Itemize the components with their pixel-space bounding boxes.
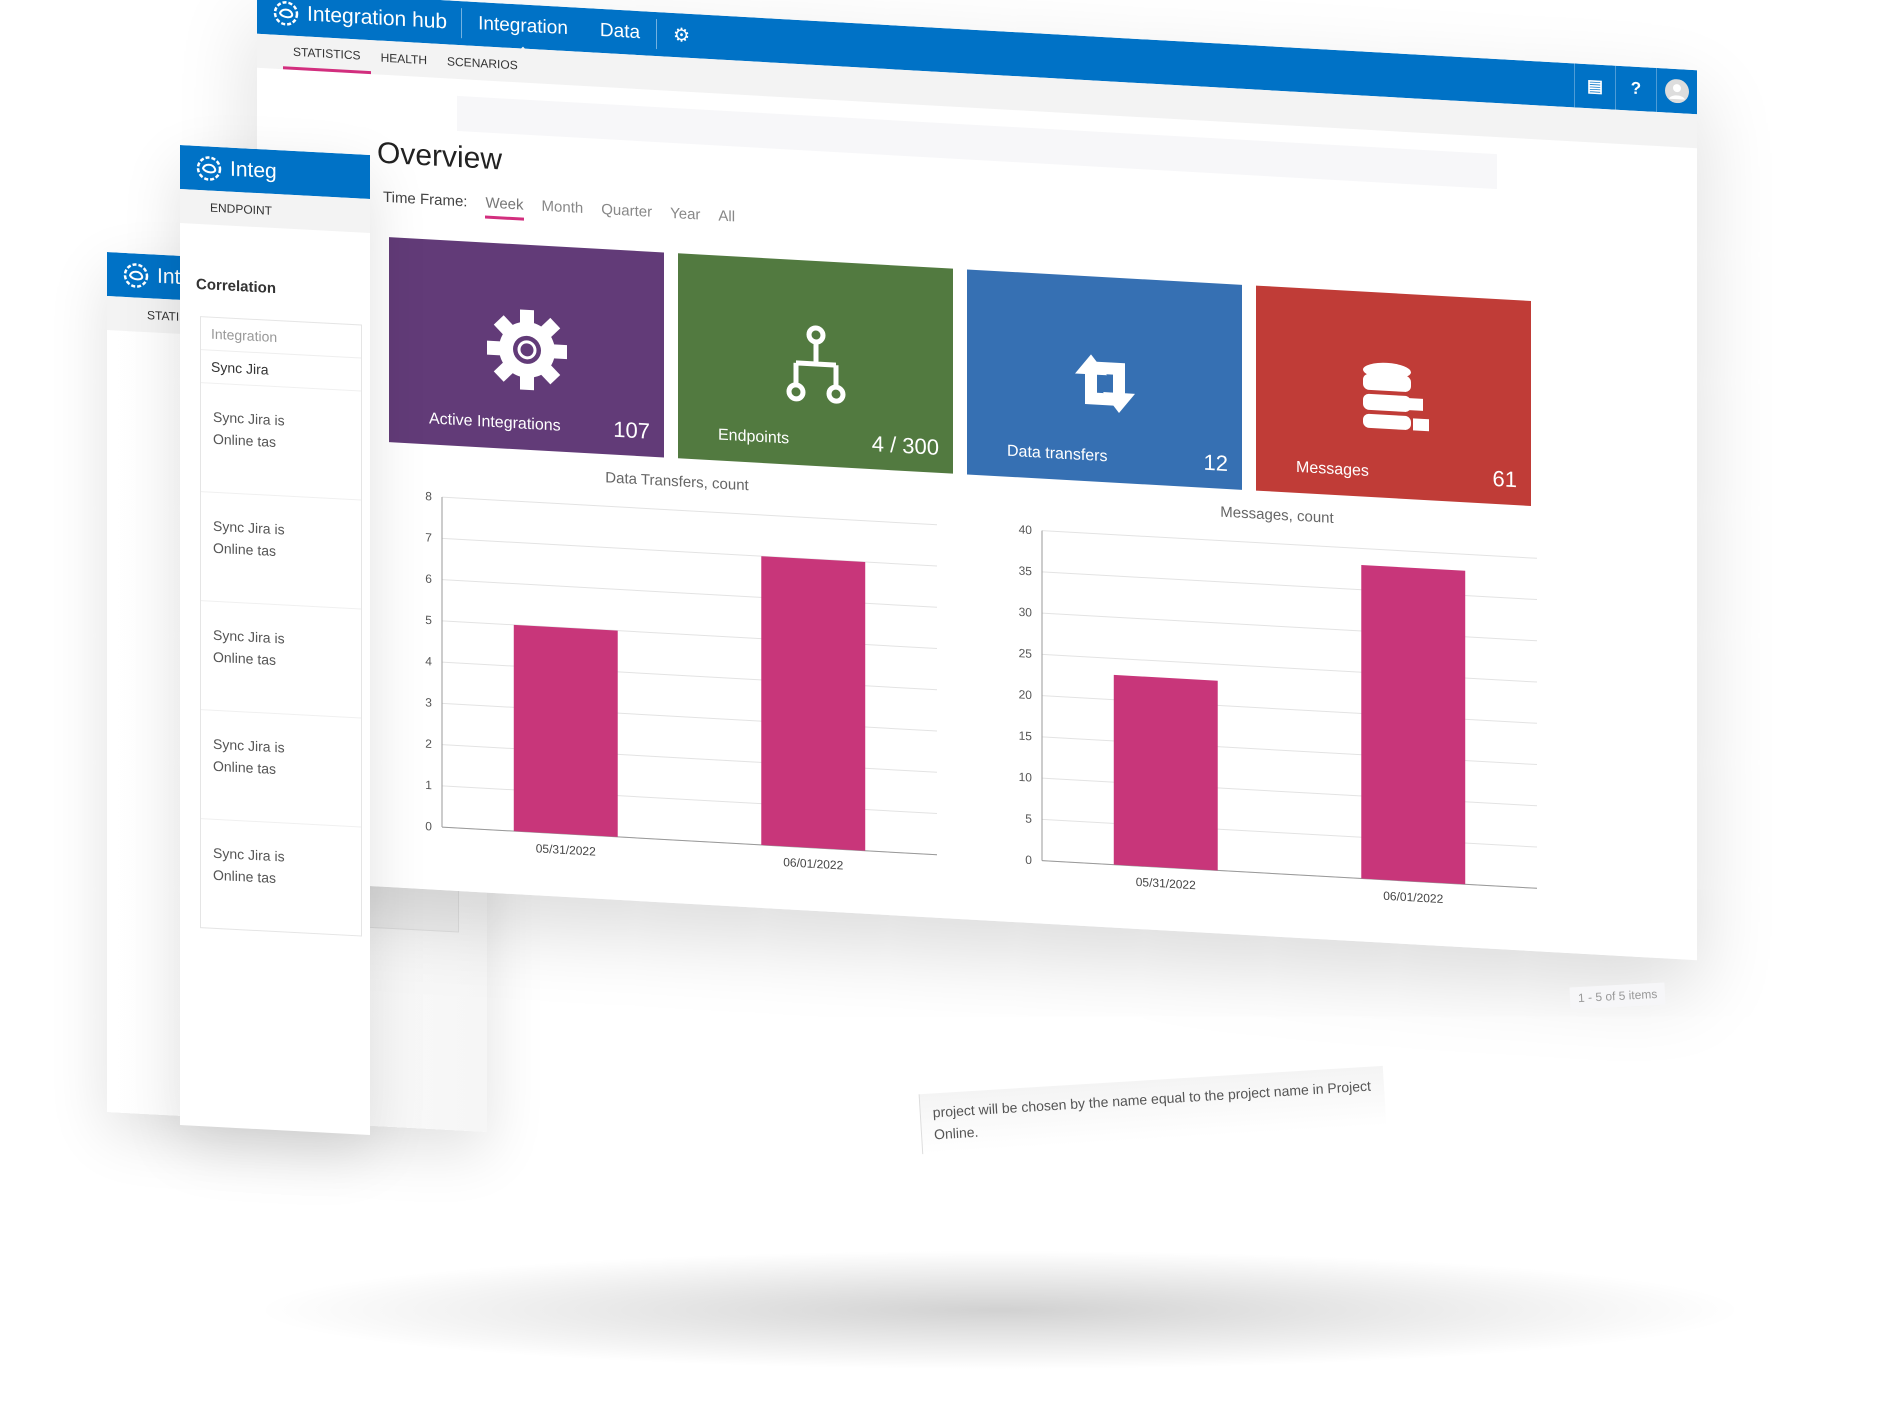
sync-arrows-icon bbox=[1074, 354, 1135, 413]
timeframe-selector: Time Frame: Week Month Quarter Year All bbox=[383, 189, 735, 233]
tile-endpoints[interactable]: Endpoints 4 / 300 bbox=[678, 253, 953, 474]
timeframe-all[interactable]: All bbox=[718, 208, 735, 233]
list-item[interactable]: Sync Jira is Online tas bbox=[201, 491, 361, 609]
user-avatar[interactable] bbox=[1656, 67, 1697, 115]
y-tick-label: 35 bbox=[1019, 564, 1033, 579]
chart-canvas: 0 1 2 3 4 5 6 7 8 05/31/2022 06/01/2022 bbox=[425, 489, 937, 873]
y-tick-label: 4 bbox=[425, 654, 432, 668]
tile-value: 107 bbox=[613, 416, 650, 444]
tile-active-integrations[interactable]: Active Integrations 107 bbox=[389, 237, 664, 458]
y-tick-label: 5 bbox=[1025, 811, 1032, 825]
description-text: project will be chosen by the name equal… bbox=[918, 1065, 1387, 1155]
y-tick-label: 20 bbox=[1019, 687, 1033, 702]
tile-messages[interactable]: Messages 61 bbox=[1256, 285, 1531, 506]
section-title: Correlation bbox=[196, 275, 277, 298]
list-item[interactable]: Sync Jira is Online tas bbox=[201, 600, 361, 718]
chart-canvas: 0 5 10 15 20 25 30 35 40 05/31/2022 06/01/2022 bbox=[1019, 522, 1537, 906]
timeframe-quarter[interactable]: Quarter bbox=[601, 201, 652, 228]
tile-value: 12 bbox=[1203, 449, 1228, 477]
x-tick-label: 05/31/2022 bbox=[1136, 875, 1196, 892]
y-tick-label: 0 bbox=[1025, 853, 1032, 867]
tile-label: Endpoints bbox=[718, 426, 790, 448]
help-icon[interactable]: ? bbox=[1615, 65, 1656, 112]
y-tick-label: 7 bbox=[425, 530, 432, 544]
tile-label: Messages bbox=[1296, 458, 1369, 480]
bar bbox=[1361, 564, 1466, 885]
page-title: Overview bbox=[377, 136, 503, 177]
x-tick-label: 06/01/2022 bbox=[1383, 889, 1443, 906]
y-tick-label: 5 bbox=[425, 613, 432, 627]
nav-integration[interactable]: Integration bbox=[462, 12, 584, 41]
background-window-2: Integ ENDPOINT Correlation Integration S… bbox=[180, 145, 370, 1135]
y-tick-label: 25 bbox=[1019, 646, 1033, 661]
y-tick-label: 15 bbox=[1019, 729, 1033, 744]
chart-data-transfers: Data Transfers, count 0 1 2 3 4 5 6 7 8 05/31/202… bbox=[397, 458, 957, 901]
list-item[interactable]: Sync Jira is Online tas bbox=[201, 382, 361, 500]
settings-gear-icon[interactable]: ⚙ bbox=[657, 23, 706, 49]
timeframe-week[interactable]: Week bbox=[485, 194, 524, 221]
y-tick-label: 2 bbox=[425, 737, 432, 751]
bar bbox=[513, 624, 618, 837]
tile-data-transfers[interactable]: Data transfers 12 bbox=[967, 269, 1242, 490]
logo-icon bbox=[196, 156, 222, 181]
nav-data[interactable]: Data bbox=[584, 19, 656, 45]
tab-health[interactable]: HEALTH bbox=[371, 42, 437, 76]
tile-label: Active Integrations bbox=[429, 410, 561, 435]
timeframe-year[interactable]: Year bbox=[670, 205, 700, 231]
y-tick-label: 3 bbox=[425, 695, 432, 709]
y-tick-label: 40 bbox=[1019, 522, 1033, 537]
y-tick-label: 0 bbox=[425, 819, 432, 833]
app-title: Integ bbox=[230, 157, 277, 184]
y-tick-label: 30 bbox=[1019, 605, 1033, 620]
hierarchy-icon bbox=[786, 325, 845, 404]
x-tick-label: 05/31/2022 bbox=[536, 841, 596, 858]
tab-statistics[interactable]: STATISTICS bbox=[283, 35, 371, 74]
timeframe-label: Time Frame: bbox=[383, 188, 468, 211]
drop-shadow bbox=[250, 1250, 1750, 1370]
tile-value: 61 bbox=[1492, 465, 1517, 493]
bar bbox=[761, 556, 866, 851]
x-tick-label: 06/01/2022 bbox=[783, 855, 843, 872]
y-tick-label: 10 bbox=[1019, 770, 1033, 785]
list-item[interactable]: Sync Jira is Online tas bbox=[201, 709, 361, 827]
timeframe-month[interactable]: Month bbox=[542, 198, 584, 224]
tab-scenarios[interactable]: SCENARIOS bbox=[437, 46, 528, 81]
y-tick-label: 6 bbox=[425, 572, 432, 586]
tile-value: 4 / 300 bbox=[871, 431, 939, 460]
database-mail-icon bbox=[1362, 362, 1429, 432]
app-title: Integration hub bbox=[307, 2, 448, 34]
overview-section: Overview Time Frame: Week Month Quarter … bbox=[357, 125, 1657, 959]
logo[interactable]: Integration hub bbox=[257, 0, 461, 38]
gear-icon bbox=[481, 302, 572, 398]
list-item[interactable]: Sync Jira is Online tas bbox=[201, 818, 361, 936]
gridline bbox=[1042, 530, 1537, 559]
bar bbox=[1113, 674, 1218, 871]
main-window: Integration hub Integration Data ⚙ ▤ ? S… bbox=[257, 0, 1697, 961]
tab-endpoints[interactable]: ENDPOINT bbox=[180, 191, 282, 226]
pager-info: 1 - 5 of 5 items bbox=[1569, 982, 1666, 1010]
chart-messages: Messages, count 0 5 10 15 20 25 30 35 40 05/31/20… bbox=[997, 491, 1557, 934]
chat-icon[interactable]: ▤ bbox=[1574, 63, 1615, 110]
logo: Integ bbox=[180, 152, 291, 188]
tile-label: Data transfers bbox=[1007, 442, 1108, 466]
y-tick-label: 8 bbox=[425, 489, 432, 503]
y-tick-label: 1 bbox=[425, 778, 432, 792]
logo-icon bbox=[123, 263, 149, 288]
gridline bbox=[442, 496, 937, 526]
logo-icon bbox=[273, 1, 299, 26]
